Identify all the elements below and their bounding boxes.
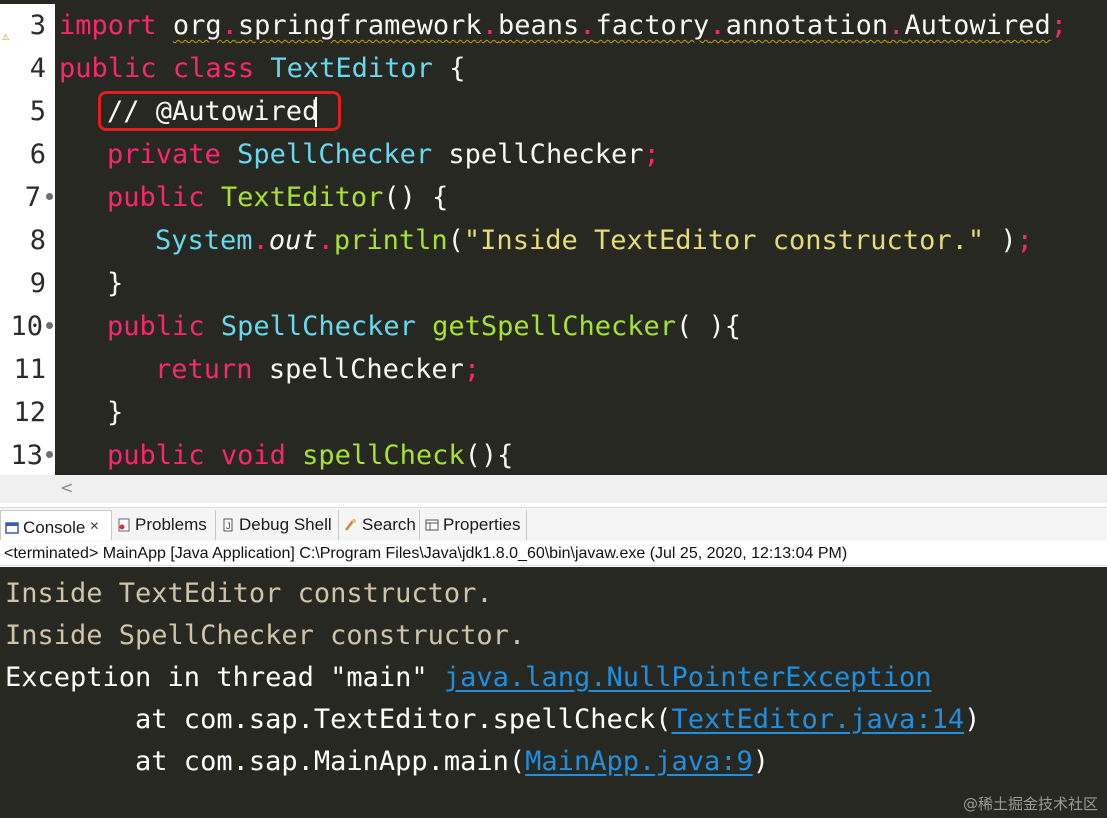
console-icon [5, 522, 19, 534]
line-number: ⚠ 3 [0, 4, 55, 47]
text-caret [315, 97, 317, 127]
code-line-println[interactable]: System.out.println("Inside TextEditor co… [155, 219, 1033, 262]
console-line: Exception in thread "main" java.lang.Nul… [5, 662, 932, 693]
fold-marker-icon[interactable]: . [46, 451, 53, 458]
console-line: Inside SpellChecker constructor. [5, 620, 526, 651]
tab-console[interactable]: Console ✕ [0, 510, 112, 540]
line-number: 8 [0, 219, 55, 262]
scroll-left-icon[interactable]: < [60, 478, 73, 497]
line-number: 5 [0, 90, 55, 133]
view-tab-bar: Console ✕ Problems J Debug Shell Search Pr… [0, 507, 1107, 541]
line-number: 7. [0, 176, 55, 219]
tab-properties[interactable]: Properties [421, 510, 527, 540]
code-line-brace[interactable]: } [107, 262, 123, 305]
highlight-annotation [98, 91, 341, 131]
line-number: 13. [0, 434, 55, 477]
tab-debug-shell[interactable]: J Debug Shell [217, 510, 339, 540]
fold-marker-icon[interactable]: . [46, 322, 53, 329]
svg-text:J: J [226, 521, 231, 531]
line-number: 12 [0, 391, 55, 434]
line-number: 9 [0, 262, 55, 305]
line-number: 11 [0, 348, 55, 391]
code-line-import[interactable]: import org.springframework.beans.factory… [59, 4, 1067, 47]
code-line-constructor[interactable]: public TextEditor() { [107, 176, 448, 219]
close-icon[interactable]: ✕ [89, 519, 99, 533]
code-editor[interactable]: ⚠3 4 5 6 7. 8 9 10. 11 12 13. import org… [0, 0, 1107, 477]
stacktrace-link[interactable]: TextEditor.java:14 [671, 704, 964, 735]
code-line-class[interactable]: public class TextEditor { [59, 47, 465, 90]
code-line-spellcheck[interactable]: public void spellCheck(){ [107, 434, 513, 477]
code-line-return[interactable]: return spellChecker; [155, 348, 480, 391]
tab-problems[interactable]: Problems [113, 510, 216, 540]
line-number: 4 [0, 47, 55, 90]
code-line-getter[interactable]: public SpellChecker getSpellChecker( ){ [107, 305, 741, 348]
console-line: at com.sap.MainApp.main(MainApp.java:9) [5, 746, 770, 777]
stacktrace-link[interactable]: MainApp.java:9 [525, 746, 753, 777]
watermark: @稀土掘金技术社区 [962, 795, 1098, 813]
line-number: 6 [0, 133, 55, 176]
code-line-field[interactable]: private SpellChecker spellChecker; [107, 133, 660, 176]
problems-icon [118, 518, 130, 532]
horizontal-scrollbar[interactable]: < [0, 475, 1107, 503]
code-line-brace[interactable]: } [107, 391, 123, 434]
console-output[interactable]: Inside TextEditor constructor. Inside Sp… [0, 567, 1107, 818]
console-status-line: <terminated> MainApp [Java Application] … [0, 541, 1107, 566]
tab-search[interactable]: Search [340, 510, 420, 540]
line-number: 10. [0, 305, 55, 348]
search-icon [345, 519, 356, 531]
exception-link[interactable]: java.lang.NullPointerException [444, 662, 932, 693]
debug-shell-icon: J [223, 518, 233, 532]
console-line: Inside TextEditor constructor. [5, 578, 493, 609]
console-line: at com.sap.TextEditor.spellCheck(TextEdi… [5, 704, 981, 735]
properties-icon [425, 519, 439, 531]
fold-marker-icon[interactable]: . [46, 193, 53, 200]
